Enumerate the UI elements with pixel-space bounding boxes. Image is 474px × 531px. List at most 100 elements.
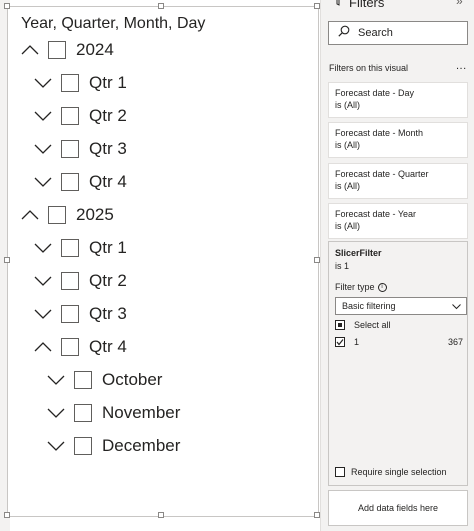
resize-handle[interactable] (158, 3, 164, 9)
slicer-row-label: Qtr 4 (89, 172, 127, 191)
select-all-label: Select all (354, 320, 391, 330)
resize-handle[interactable] (158, 512, 164, 518)
slicer-row-label: Qtr 1 (89, 73, 127, 92)
filter-card-title: Forecast date - Month (335, 128, 424, 138)
chevron-down-icon[interactable] (47, 438, 69, 454)
slicer-checkbox[interactable] (48, 41, 66, 59)
slicer-row-label: Qtr 3 (89, 304, 127, 323)
slicerfilter-value: is 1 (335, 261, 350, 271)
filters-on-visual-label: Filters on this visual (329, 63, 409, 73)
slicerfilter-title: SlicerFilter (335, 248, 382, 258)
slicer-checkbox[interactable] (61, 272, 79, 290)
filter-type-label: Filter type i (335, 282, 387, 292)
slicer-checkbox[interactable] (74, 371, 92, 389)
select-all-option[interactable]: Select all (335, 320, 463, 330)
slicer-row[interactable]: November (47, 399, 180, 427)
filter-option[interactable]: 1 367 (335, 337, 463, 347)
filter-card-year[interactable]: Forecast date - Year is (All) (328, 203, 468, 239)
collapse-pane-icon[interactable]: » (456, 0, 463, 8)
slicer-row[interactable]: Qtr 1 (34, 234, 127, 262)
slicer-checkbox[interactable] (61, 140, 79, 158)
slicer-row[interactable]: 2024 (21, 36, 114, 64)
filter-card-quarter[interactable]: Forecast date - Quarter is (All) (328, 163, 468, 199)
slicer-checkbox[interactable] (61, 305, 79, 323)
slicer-checkbox[interactable] (48, 206, 66, 224)
filter-card-value: is (All) (335, 100, 360, 110)
filter-card-day[interactable]: Forecast date - Day is (All) (328, 82, 468, 118)
chevron-down-icon[interactable] (47, 405, 69, 421)
slicer-row-label: 2025 (76, 205, 114, 224)
slicer-row[interactable]: 2025 (21, 201, 114, 229)
resize-handle[interactable] (4, 512, 10, 518)
filters-search-input[interactable] (358, 27, 458, 39)
chevron-down-icon[interactable] (34, 174, 56, 190)
slicer-checkbox[interactable] (61, 74, 79, 92)
slicer-row[interactable]: Qtr 3 (34, 135, 127, 163)
slicer-checkbox[interactable] (61, 239, 79, 257)
filter-card-month[interactable]: Forecast date - Month is (All) (328, 122, 468, 158)
slicer-row-label: Qtr 4 (89, 337, 127, 356)
require-single-label: Require single selection (351, 467, 447, 477)
filters-pane-title: Filters (349, 0, 385, 10)
chevron-down-icon[interactable] (47, 372, 69, 388)
add-data-fields-well[interactable]: Add data fields here (328, 490, 468, 526)
slicer-row[interactable]: Qtr 3 (34, 300, 127, 328)
chevron-down-icon[interactable] (34, 75, 56, 91)
date-hierarchy-slicer[interactable]: Year, Quarter, Month, Day 2024 Qtr 1 Qtr 2… (4, 3, 320, 518)
filters-pane: Filters » Filters on this visual ... For… (320, 0, 474, 531)
chevron-up-icon[interactable] (21, 207, 43, 223)
slicer-row[interactable]: Qtr 4 (34, 168, 127, 196)
chevron-down-icon[interactable] (34, 306, 56, 322)
info-icon[interactable]: i (377, 282, 387, 292)
filter-type-dropdown[interactable]: Basic filtering (335, 297, 467, 315)
search-icon (338, 24, 350, 42)
slicer-row-label: Qtr 1 (89, 238, 127, 257)
filter-card-title: Forecast date - Year (335, 209, 417, 219)
slicer-row-label: November (102, 403, 181, 422)
slicerfilter-card[interactable]: SlicerFilter is 1 Filter type i Basic fi… (328, 241, 468, 486)
option-label: 1 (354, 337, 360, 347)
filter-card-value: is (All) (335, 140, 360, 150)
slicer-checkbox[interactable] (61, 338, 79, 356)
filter-type-selected: Basic filtering (342, 301, 396, 311)
chevron-down-icon[interactable] (34, 141, 56, 157)
slicer-checkbox[interactable] (74, 437, 92, 455)
chevron-down-icon[interactable] (34, 240, 56, 256)
require-single-selection[interactable]: Require single selection (335, 467, 447, 477)
slicer-row-label: 2024 (76, 40, 114, 59)
slicer-checkbox[interactable] (61, 173, 79, 191)
filter-card-value: is (All) (335, 181, 360, 191)
slicer-row[interactable]: Qtr 2 (34, 267, 127, 295)
more-options-icon[interactable]: ... (456, 60, 467, 72)
filter-funnel-icon (333, 0, 343, 9)
chevron-up-icon[interactable] (34, 339, 56, 355)
slicer-row-label: Qtr 3 (89, 139, 127, 158)
select-all-checkbox[interactable] (335, 320, 345, 330)
filter-type-text: Filter type (335, 282, 375, 292)
filter-card-title: Forecast date - Day (335, 88, 415, 98)
chevron-down-icon[interactable] (34, 273, 56, 289)
filters-pane-header: Filters » (321, 0, 474, 14)
resize-handle[interactable] (4, 3, 10, 9)
slicer-row-label: Qtr 2 (89, 271, 127, 290)
slicer-checkbox[interactable] (74, 404, 92, 422)
resize-handle[interactable] (4, 257, 10, 263)
slicer-title: Year, Quarter, Month, Day (21, 15, 206, 32)
slicer-row[interactable]: Qtr 2 (34, 102, 127, 130)
require-single-checkbox[interactable] (335, 467, 345, 477)
slicer-row-label: October (102, 370, 163, 389)
option-checkbox[interactable] (335, 337, 345, 347)
slicer-row[interactable]: December (47, 432, 180, 460)
filters-search-box[interactable] (328, 21, 468, 45)
slicer-row[interactable]: Qtr 1 (34, 69, 127, 97)
slicer-row-label: Qtr 2 (89, 106, 127, 125)
chevron-up-icon[interactable] (21, 42, 43, 58)
slicer-row[interactable]: Qtr 4 (34, 333, 127, 361)
slicer-row-label: December (102, 436, 181, 455)
filter-card-title: Forecast date - Quarter (335, 169, 429, 179)
slicer-row[interactable]: October (47, 366, 162, 394)
filter-card-value: is (All) (335, 221, 360, 231)
slicer-checkbox[interactable] (61, 107, 79, 125)
chevron-down-icon (452, 302, 461, 312)
chevron-down-icon[interactable] (34, 108, 56, 124)
